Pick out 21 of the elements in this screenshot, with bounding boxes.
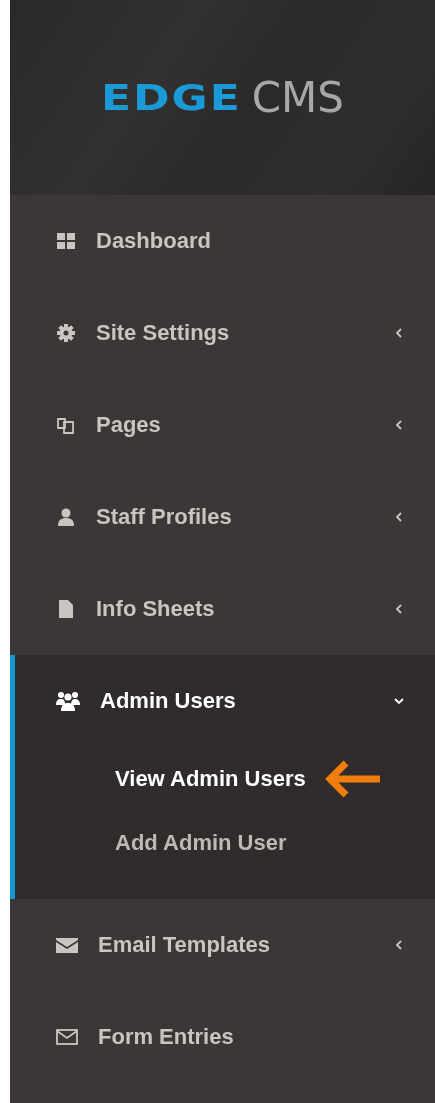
logo-brand: EDGE [101, 76, 242, 119]
arrow-icon [323, 760, 382, 798]
menu-item[interactable]: Info Sheets [10, 563, 435, 655]
submenu-item[interactable]: View Admin Users [115, 747, 306, 811]
user-icon [56, 507, 76, 527]
grid-icon [56, 231, 76, 251]
submenu-item[interactable]: Add Admin User [115, 811, 287, 875]
menu-item[interactable]: Email Templates [10, 899, 435, 991]
settings-icon [56, 323, 76, 343]
envelope-icon [56, 1027, 78, 1047]
users-icon [56, 691, 80, 711]
menu-item[interactable]: Staff Profiles [10, 471, 435, 563]
copy-icon [56, 415, 76, 435]
file-icon [56, 599, 76, 619]
menu-item[interactable]: Admin Users [15, 655, 435, 747]
menu-item[interactable]: Site Settings [10, 287, 435, 379]
menu-item[interactable]: Pages [10, 379, 435, 471]
envelope-icon [56, 935, 78, 955]
logo-product: CMS [251, 73, 344, 122]
menu-item[interactable]: Form Entries [10, 991, 435, 1083]
menu-item[interactable]: Dashboard [10, 195, 435, 287]
